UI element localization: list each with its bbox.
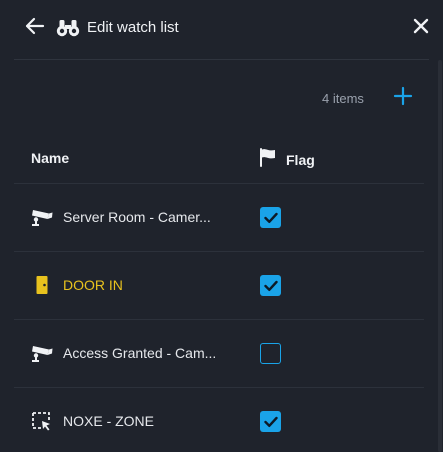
row-name: DOOR IN: [63, 277, 123, 293]
panel-header: Edit watch list: [0, 0, 443, 56]
back-button[interactable]: [24, 17, 46, 39]
flag-checkbox[interactable]: [260, 411, 281, 432]
plus-icon: [393, 86, 413, 111]
edit-watch-list-panel: Edit watch list 4 items Name Flag Server…: [0, 0, 443, 452]
row-name: Access Granted - Cam...: [63, 345, 217, 361]
table-row[interactable]: Server Room - Camer...: [14, 184, 424, 252]
header-divider: [14, 59, 429, 60]
camera-icon: [30, 343, 54, 363]
close-icon: [413, 18, 429, 39]
flag-label: Flag: [286, 151, 315, 168]
flag-checkbox[interactable]: [260, 343, 281, 364]
close-button[interactable]: [410, 17, 432, 39]
flag-icon: [258, 147, 278, 172]
column-header-name: Name: [31, 150, 70, 166]
flag-checkbox[interactable]: [260, 275, 281, 296]
add-item-button[interactable]: [390, 85, 416, 111]
table-header: Name Flag: [14, 134, 424, 184]
scrollbar[interactable]: [437, 60, 443, 452]
arrow-left-icon: [25, 17, 45, 40]
camera-icon: [30, 207, 54, 227]
table-row[interactable]: NOXE - ZONE: [14, 388, 424, 452]
binoculars-icon: [56, 17, 80, 39]
watch-list-table: Name Flag Server Room - Camer... DOOR IN…: [14, 134, 424, 452]
door-icon: [30, 275, 54, 295]
item-count: 4 items: [322, 91, 364, 106]
row-name: Server Room - Camer...: [63, 209, 211, 225]
column-header-flag: Flag: [258, 147, 315, 172]
flag-checkbox[interactable]: [260, 207, 281, 228]
table-row[interactable]: DOOR IN: [14, 252, 424, 320]
table-row[interactable]: Access Granted - Cam...: [14, 320, 424, 388]
zone-icon: [30, 411, 54, 431]
row-name: NOXE - ZONE: [63, 413, 155, 429]
panel-title: Edit watch list: [87, 19, 179, 36]
scroll-thumb[interactable]: [438, 60, 442, 452]
